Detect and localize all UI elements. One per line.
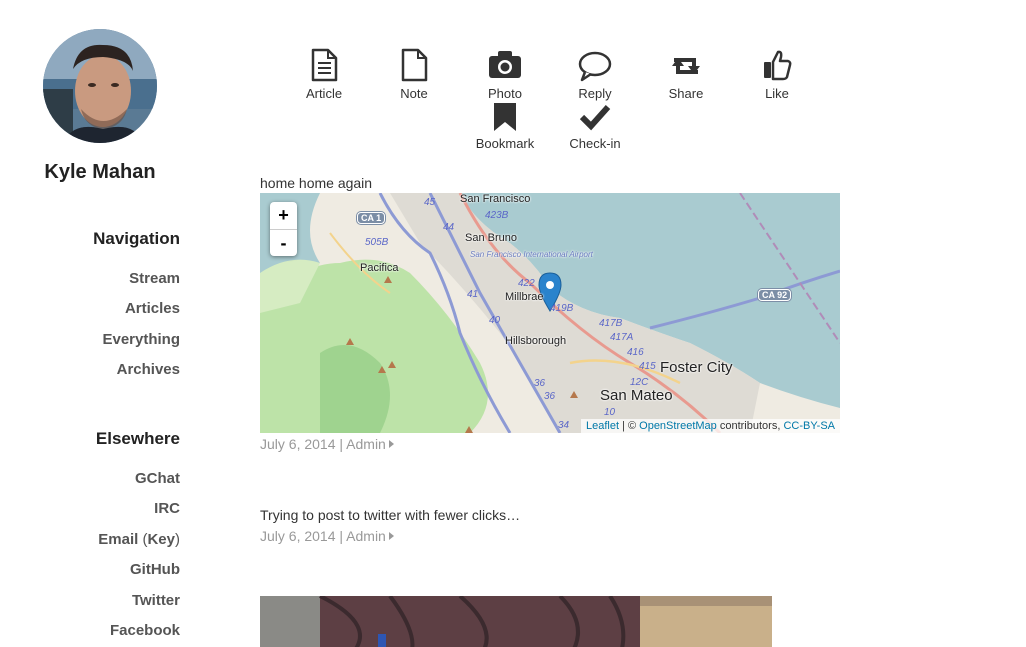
map-zoom-in-button[interactable]: + [270,202,297,229]
email-key-close-paren: ) [175,531,180,548]
map-label-foster-city: Foster City [660,359,733,376]
post-type-label: Article [305,86,343,101]
map-view[interactable]: San Francisco San Bruno San Francisco In… [260,193,840,433]
post-author-link[interactable]: Admin [346,528,386,544]
map-label-san-mateo: San Mateo [600,387,673,404]
elsewhere-email-row: Email (Key) [0,531,180,548]
author-name[interactable]: Kyle Mahan [0,161,200,184]
map-label-millbrae: Millbrae [505,291,544,303]
caret-right-icon [388,532,394,540]
post-type-article-button[interactable]: Article [284,48,364,101]
navigation-heading: Navigation [93,229,180,248]
post-type-note-button[interactable]: Note [374,48,454,101]
map-zoom-out-button[interactable]: - [270,229,297,256]
post-date-link[interactable]: July 6, 2014 [260,528,336,544]
meta-separator: | [339,436,344,452]
map-highway-label: 34 [558,420,570,431]
map-zoom-control: + - [270,202,297,256]
map-label-san-bruno: San Bruno [465,232,517,244]
post-type-label: Bookmark [475,136,535,151]
map-highway-label: 41 [467,289,479,300]
map-highway-label: 40 [489,315,501,326]
attribution-separator: | © [619,420,640,432]
elsewhere-link-email-key[interactable]: Key [147,531,175,548]
map-highway-label: 417A [610,332,634,343]
map-label-san-francisco: San Francisco [460,193,531,205]
elsewhere-link-github[interactable]: GitHub [0,561,180,578]
map-highway-label: 423B [485,210,509,221]
checkmark-icon [579,104,611,131]
post-type-bookmark-button[interactable]: Bookmark [465,102,545,151]
map-label-sfo: San Francisco International Airport [470,250,593,259]
map-highway-label: 415 [639,361,656,372]
post-type-photo-button[interactable]: Photo [465,48,545,101]
post-type-reply-button[interactable]: Reply [555,48,635,101]
elsewhere-link-gchat[interactable]: GChat [0,470,180,487]
retweet-icon [672,58,700,74]
elsewhere-link-irc[interactable]: IRC [0,500,180,517]
map-shield-ca1: CA 1 [357,212,386,224]
map-highway-label: 422 [518,278,535,289]
map-highway-label: 10 [604,407,616,418]
post-type-label: Photo [488,86,522,101]
article-icon [311,48,338,82]
nav-link-everything[interactable]: Everything [0,331,180,348]
map-attribution: Leaflet | © OpenStreetMap contributors, … [580,419,840,433]
post-meta: July 6, 2014 | Admin [260,528,394,544]
nav-link-archives[interactable]: Archives [0,361,180,378]
thumbs-up-icon [764,50,792,81]
map-highway-label: 419B [550,303,574,314]
leaflet-link[interactable]: Leaflet [586,420,619,432]
post-content: Trying to post to twitter with fewer cli… [260,507,521,523]
map-highway-label: 36 [544,391,556,402]
post-date-link[interactable]: July 6, 2014 [260,436,336,452]
caret-right-icon [388,440,394,448]
post-content: home home again [260,175,373,191]
speech-bubble-icon [578,51,612,82]
map-highway-label: 417B [599,318,623,329]
openstreetmap-link[interactable]: OpenStreetMap [639,420,717,432]
post-type-label: Check-in [569,136,621,151]
attribution-contributors: contributors, [716,420,784,432]
avatar[interactable] [43,29,157,143]
elsewhere-link-email[interactable]: Email [98,531,138,548]
map-highway-label: 416 [627,347,644,358]
post-type-label: Reply [578,86,612,101]
post-type-check-in-button[interactable]: Check-in [555,102,635,151]
nav-link-articles[interactable]: Articles [0,300,180,317]
map-highway-label: 36 [534,378,546,389]
map-highway-label: 44 [443,222,455,233]
post-author-link[interactable]: Admin [346,436,386,452]
note-icon [401,48,428,82]
post-type-share-button[interactable]: Share [646,48,726,101]
post-meta: July 6, 2014 | Admin [260,436,394,452]
camera-icon [489,51,521,78]
map-label-hillsborough: Hillsborough [505,335,567,347]
post-type-label: Share [668,86,704,101]
map-highway-label: 505B [365,237,389,248]
post-type-label: Note [400,86,428,101]
elsewhere-link-facebook[interactable]: Facebook [0,622,180,639]
map-highway-label: 45 [424,197,436,208]
post-type-like-button[interactable]: Like [737,48,817,101]
map-shield-ca92: CA 92 [758,289,792,301]
nav-link-stream[interactable]: Stream [0,270,180,287]
license-link[interactable]: CC-BY-SA [783,420,835,432]
bookmark-icon [494,103,516,131]
elsewhere-heading: Elsewhere [95,429,180,448]
map-highway-label: 12C [630,377,649,388]
map-label-pacifica: Pacifica [360,262,399,274]
meta-separator: | [339,528,344,544]
elsewhere-link-twitter[interactable]: Twitter [0,592,180,609]
post-photo[interactable] [260,596,772,647]
post-type-label: Like [765,86,789,101]
